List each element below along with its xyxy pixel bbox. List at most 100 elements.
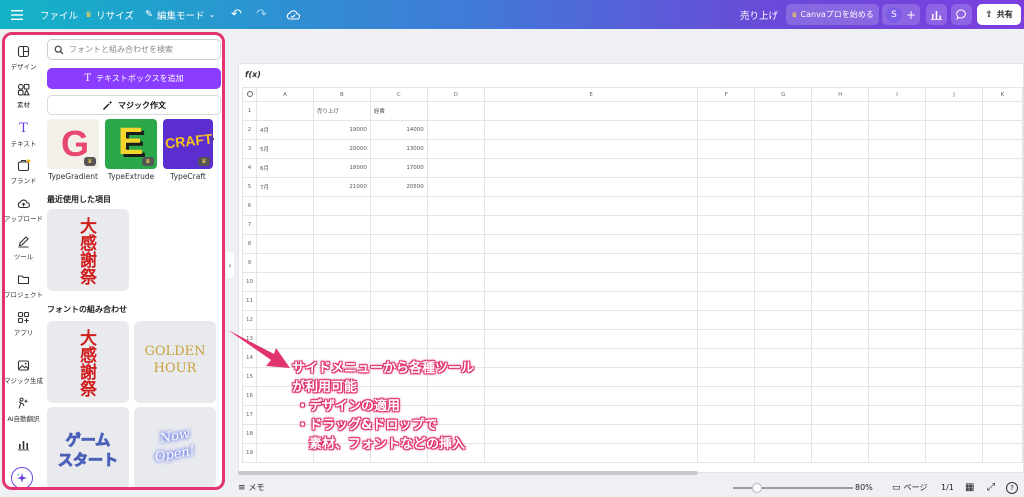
sheet-cell[interactable] [811, 139, 870, 159]
sheet-cell[interactable] [811, 443, 870, 463]
sheet-cell[interactable] [925, 443, 983, 463]
sheet-cell[interactable] [754, 367, 813, 387]
column-header[interactable]: H [811, 87, 870, 102]
sheet-cell[interactable] [312, 253, 371, 273]
sheet-cell[interactable] [981, 424, 1023, 444]
sheet-cell[interactable] [868, 177, 927, 197]
sheet-cell[interactable] [981, 310, 1023, 330]
sheet-cell[interactable]: 21000 [312, 177, 371, 197]
sheet-cell[interactable] [697, 367, 756, 387]
comment-icon[interactable] [951, 4, 972, 25]
row-number[interactable]: 9 [242, 253, 257, 273]
sheet-cell[interactable] [811, 272, 870, 292]
sheet-cell[interactable] [925, 253, 983, 273]
sheet-cell[interactable] [312, 291, 371, 311]
sheet-cell[interactable] [981, 234, 1023, 254]
sheet-cell[interactable]: 売り上げ [312, 101, 371, 121]
sheet-cell[interactable] [483, 177, 699, 197]
sheet-cell[interactable] [868, 139, 927, 159]
notes-button[interactable]: ≡ メモ [238, 478, 265, 497]
sheet-cell[interactable] [981, 253, 1023, 273]
cloud-saved-icon[interactable] [286, 0, 300, 29]
sheet-cell[interactable] [697, 424, 756, 444]
sheet-cell[interactable] [925, 158, 983, 178]
grid-view-icon[interactable]: ▦ [965, 478, 974, 497]
row-number[interactable]: 4 [242, 158, 257, 178]
sheet-cell[interactable] [868, 215, 927, 235]
effect-typeextrude[interactable]: E ♛ [105, 119, 157, 169]
sheet-cell[interactable] [369, 196, 428, 216]
sheet-cell[interactable] [697, 120, 756, 140]
sheet-cell[interactable] [754, 234, 813, 254]
sheet-cell[interactable] [811, 291, 870, 311]
sheet-cell[interactable] [868, 386, 927, 406]
sheet-cell[interactable] [483, 424, 699, 444]
effect-typegradient[interactable]: G ♛ [47, 119, 99, 169]
column-header[interactable]: D [426, 87, 485, 102]
sheet-cell[interactable] [925, 196, 983, 216]
sheet-cell[interactable]: 18000 [312, 158, 371, 178]
sheet-cell[interactable] [811, 310, 870, 330]
sheet-cell[interactable] [981, 139, 1023, 159]
sheet-cell[interactable] [483, 272, 699, 292]
rail-item-magic-media[interactable]: マジック生成 [5, 355, 43, 389]
sheet-cell[interactable] [754, 158, 813, 178]
rail-item-text[interactable]: T テキスト [5, 117, 42, 151]
sheet-cell[interactable] [868, 291, 927, 311]
magic-write-button[interactable]: マジック作文 [47, 95, 221, 115]
sheet-cell[interactable] [811, 348, 870, 368]
sheet-cell[interactable] [754, 215, 813, 235]
column-header[interactable]: K [981, 87, 1023, 102]
share-button[interactable]: ⇪ 共有 [977, 4, 1021, 25]
row-number[interactable]: 8 [242, 234, 257, 254]
sheet-cell[interactable]: 4月 [256, 120, 314, 140]
sheet-cell[interactable] [754, 177, 813, 197]
sheet-cell[interactable] [426, 329, 485, 349]
sheet-cell[interactable] [868, 367, 927, 387]
sheet-cell[interactable] [754, 443, 813, 463]
column-header[interactable]: B [312, 87, 371, 102]
rail-item-brand[interactable]: ブランド [5, 155, 42, 189]
sheet-cell[interactable] [369, 310, 428, 330]
sheet-cell[interactable] [754, 424, 813, 444]
column-header[interactable]: J [925, 87, 983, 102]
rail-item-tools[interactable]: ツール [5, 231, 42, 265]
sheet-cell[interactable] [369, 329, 428, 349]
row-number[interactable]: 17 [242, 405, 257, 425]
sheet-cell[interactable] [981, 291, 1023, 311]
sheet-cell[interactable] [981, 120, 1023, 140]
sheet-cell[interactable] [483, 215, 699, 235]
sheet-cell[interactable] [483, 196, 699, 216]
sheet-cell[interactable] [256, 272, 314, 292]
sheet-cell[interactable] [312, 215, 371, 235]
resize-button[interactable]: ♛ リサイズ [85, 0, 134, 29]
sheet-cell[interactable] [483, 443, 699, 463]
design-title[interactable]: 売り上げ [740, 0, 778, 29]
sheet-cell[interactable] [868, 310, 927, 330]
sheet-cell[interactable] [483, 234, 699, 254]
sheet-cell[interactable] [925, 329, 983, 349]
column-header[interactable]: A [256, 87, 314, 102]
column-header[interactable]: G [754, 87, 813, 102]
sheet-cell[interactable] [811, 405, 870, 425]
sheet-cell[interactable] [811, 158, 870, 178]
sheet-cell[interactable] [697, 177, 756, 197]
rail-item-elements[interactable]: 素材 [5, 79, 42, 113]
sheet-cell[interactable] [369, 234, 428, 254]
font-search-input[interactable]: フォントと組み合わせを検索 [47, 39, 221, 60]
sheet-cell[interactable] [426, 158, 485, 178]
sheet-cell[interactable] [811, 253, 870, 273]
sheet-cell[interactable] [697, 329, 756, 349]
sheet-cell[interactable] [256, 196, 314, 216]
select-all-corner[interactable] [242, 87, 257, 102]
sheet-cell[interactable] [697, 386, 756, 406]
sheet-cell[interactable]: 14000 [369, 120, 428, 140]
sheet-cell[interactable] [426, 310, 485, 330]
recent-font-card[interactable]: 大感謝祭 [47, 209, 129, 291]
sheet-cell[interactable] [754, 196, 813, 216]
sheet-cell[interactable] [925, 386, 983, 406]
sheet-cell[interactable] [981, 405, 1023, 425]
sheet-cell[interactable] [697, 272, 756, 292]
sheet-cell[interactable] [697, 158, 756, 178]
sheet-cell[interactable] [981, 158, 1023, 178]
